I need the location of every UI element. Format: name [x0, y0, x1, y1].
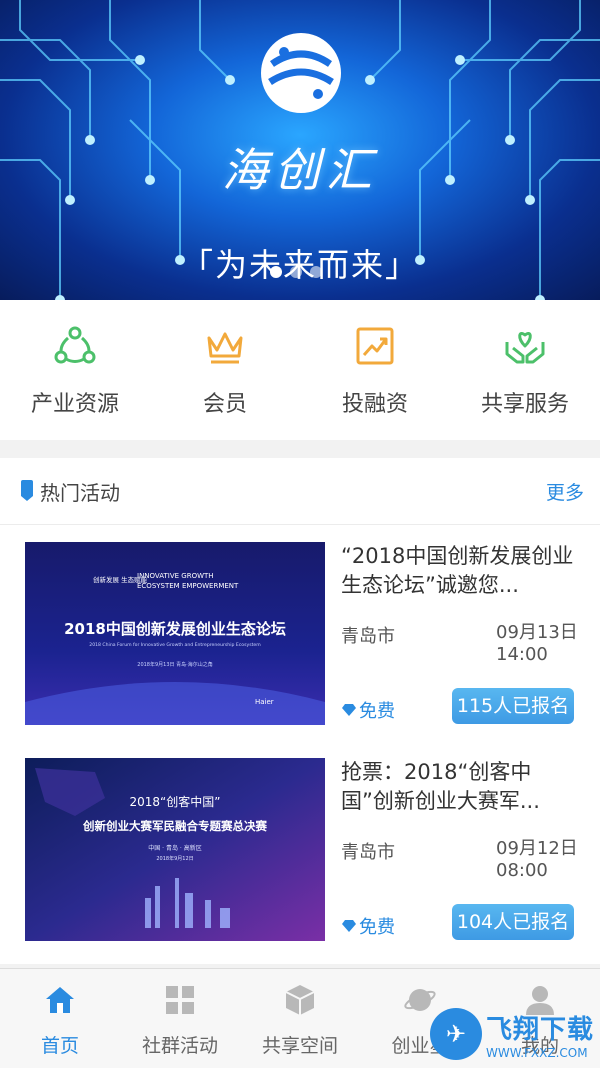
carousel-dot[interactable] [290, 266, 302, 278]
quick-link-industry-resources[interactable]: 产业资源 [0, 300, 150, 440]
signup-count-button[interactable]: 115人已报名 [452, 688, 574, 724]
tab-label: 社群活动 [141, 1035, 218, 1057]
quick-link-membership[interactable]: 会员 [150, 300, 300, 440]
brand-name: 海创汇 [222, 143, 378, 197]
quick-link-label: 会员 [202, 392, 247, 417]
cube-icon [285, 985, 315, 1015]
watermark-sub: WWW.FXXZ.COM [486, 1045, 588, 1060]
carousel-dot[interactable] [310, 266, 322, 278]
growth-chart-icon [356, 327, 394, 365]
event-date: 09月13日 [496, 622, 578, 643]
brand-logo [261, 33, 341, 113]
event-card[interactable]: 2018“创客中国” 创新创业大赛军民融合专题赛总决赛 中国 · 青岛 · 高新… [0, 758, 600, 958]
poster-main-title: 2018中国创新发展创业生态论坛 [64, 620, 286, 638]
signup-count-button[interactable]: 104人已报名 [452, 904, 574, 940]
watermark-logo-icon: ✈ [430, 1008, 482, 1060]
poster-main-line-1: 2018“创客中国” [130, 794, 221, 809]
diamond-icon [342, 920, 356, 932]
price-label: 免费 [359, 701, 395, 722]
tab-community-events[interactable]: 社群活动 [120, 969, 240, 1068]
poster-main-line-2: 创新创业大赛军民融合专题赛总决赛 [82, 819, 267, 833]
event-price: 免费 [341, 697, 395, 723]
event-city: 青岛市 [341, 842, 395, 863]
poster-head-en-2: ECOSYSTEM EMPOWERMENT [137, 582, 239, 590]
crown-icon [207, 332, 243, 364]
event-city: 青岛市 [341, 626, 395, 647]
event-datetime: 09月12日 08:00 [496, 838, 586, 882]
hot-events-section: 热门活动 更多 创新发展 生态赋能 INNOVATIVE GROWTH ECOS… [0, 458, 600, 964]
bookmark-icon [21, 480, 33, 501]
more-link[interactable]: 更多 [546, 478, 584, 505]
event-time: 14:00 [496, 644, 548, 665]
quick-link-label: 共享服务 [480, 392, 569, 417]
quick-link-investment[interactable]: 投融资 [300, 300, 450, 440]
tab-label: 首页 [40, 1035, 79, 1057]
event-datetime: 09月13日 14:00 [496, 622, 586, 666]
hero-banner[interactable]: 海创汇 「为未来而来」 [0, 0, 600, 300]
tab-home[interactable]: 首页 [0, 969, 120, 1068]
poster-image: 2018“创客中国” 创新创业大赛军民融合专题赛总决赛 中国 · 青岛 · 高新… [25, 758, 325, 941]
site-watermark: ✈ 飞翔下载 WWW.FXXZ.COM [430, 1004, 600, 1064]
poster-head-en-1: INNOVATIVE GROWTH [137, 572, 214, 580]
carousel-dot[interactable] [270, 266, 282, 278]
network-icon [54, 326, 96, 364]
quick-links: 产业资源 会员 投融资 共享服务 [0, 300, 600, 440]
poster-place: 中国 · 青岛 · 高新区 [148, 844, 201, 852]
banner-slogan: 「为未来而来」 [180, 246, 419, 284]
grid-icon [166, 986, 194, 1014]
event-card[interactable]: 创新发展 生态赋能 INNOVATIVE GROWTH ECOSYSTEM EM… [0, 542, 600, 742]
event-time: 08:00 [496, 860, 548, 881]
event-poster: 2018“创客中国” 创新创业大赛军民融合专题赛总决赛 中国 · 青岛 · 高新… [25, 758, 325, 941]
section-title: 热门活动 [40, 480, 120, 505]
event-poster: 创新发展 生态赋能 INNOVATIVE GROWTH ECOSYSTEM EM… [25, 542, 325, 725]
carousel-indicator[interactable] [270, 266, 322, 278]
poster-image: 创新发展 生态赋能 INNOVATIVE GROWTH ECOSYSTEM EM… [25, 542, 325, 725]
price-label: 免费 [359, 917, 395, 938]
event-price: 免费 [341, 913, 395, 939]
poster-subtitle: 2018 China Forum for Innovative Growth a… [89, 642, 261, 648]
poster-date: 2018年9月12日 [156, 855, 193, 862]
heart-hands-icon [505, 331, 545, 364]
event-title: 抢票：2018“创客中国”创新创业大赛军... [341, 760, 540, 813]
event-date: 09月12日 [496, 838, 578, 859]
poster-date: 2018年9月13日 青岛·海尔山之角 [137, 661, 212, 668]
tab-shared-space[interactable]: 共享空间 [240, 969, 360, 1068]
quick-link-label: 投融资 [341, 392, 408, 417]
home-icon [46, 987, 74, 1013]
quick-link-shared-services[interactable]: 共享服务 [450, 300, 600, 440]
diamond-icon [342, 704, 356, 716]
event-title: “2018中国创新发展创业生态论坛”诚邀您... [341, 544, 574, 597]
tab-label: 共享空间 [261, 1035, 338, 1057]
quick-link-label: 产业资源 [30, 392, 119, 417]
poster-sponsor: Haier [255, 698, 274, 706]
watermark-main: 飞翔下载 [486, 1014, 595, 1045]
section-header: 热门活动 更多 [0, 458, 600, 525]
